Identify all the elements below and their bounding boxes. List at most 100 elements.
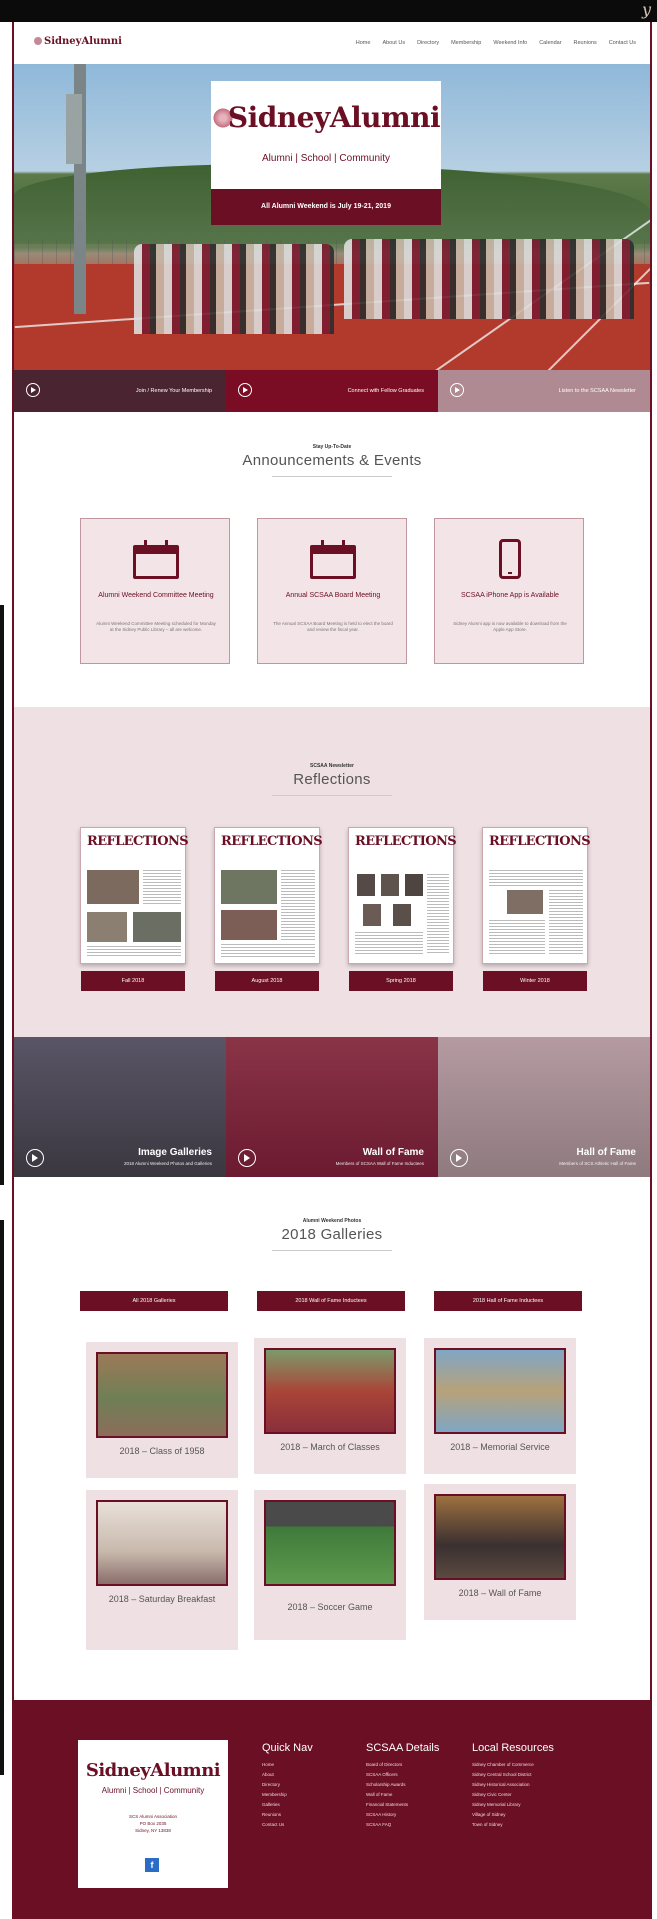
tile-subtitle: Members of SCS Athletic Hall of Fame xyxy=(559,1161,636,1166)
footer-logo-card: SidneyAlumni Alumni | School | Community… xyxy=(78,1740,228,1888)
gallery-card[interactable]: 2018 – Wall of Fame xyxy=(424,1484,576,1620)
calendar-icon xyxy=(310,539,356,579)
reflections-title: Reflections xyxy=(293,771,371,788)
newsletter-photo xyxy=(381,874,399,896)
footer-link[interactable]: Reunions xyxy=(262,1810,313,1820)
footer-link[interactable]: About xyxy=(262,1770,313,1780)
newsletter-photo xyxy=(221,870,277,904)
footer-link[interactable]: Financial Statements xyxy=(366,1800,439,1810)
hero-logo-card: SidneyAlumni Alumni | School | Community xyxy=(211,81,441,189)
footer-link[interactable]: SCSAA Officers xyxy=(366,1770,439,1780)
gallery-card[interactable]: 2018 – Class of 1958 xyxy=(86,1342,238,1478)
page: SidneyAlumni Home About Us Directory Mem… xyxy=(12,22,652,1919)
newsletter-masthead: REFLECTIONS xyxy=(221,834,323,849)
tile-subtitle: 2018 Alumni Weekend Photos and Galleries xyxy=(124,1161,212,1166)
footer-link[interactable]: Sidney Memorial Library xyxy=(472,1800,554,1810)
newsletter-text xyxy=(221,944,315,958)
newsletter-text xyxy=(489,920,545,954)
nav-item-about[interactable]: About Us xyxy=(382,40,405,46)
footer-link[interactable]: Wall of Fame xyxy=(366,1790,439,1800)
newsletter-photo xyxy=(221,910,277,940)
footer-link[interactable]: Sidney Historical Association xyxy=(472,1780,554,1790)
newsletter-cover[interactable]: REFLECTIONS xyxy=(80,827,189,964)
newsletter-photo xyxy=(87,870,139,904)
nav-item-directory[interactable]: Directory xyxy=(417,40,439,46)
tile-image-galleries[interactable]: Image Galleries 2018 Alumni Weekend Phot… xyxy=(14,1037,226,1177)
address-line: SCS Alumni Association xyxy=(128,1814,178,1819)
newsletter-photo xyxy=(393,904,411,926)
tile-wall-of-fame[interactable]: Wall of Fame Members of SCSAA Wall of Fa… xyxy=(226,1037,438,1177)
footer-link[interactable]: SCSAA FAQ xyxy=(366,1820,439,1830)
nav-item-weekend-info[interactable]: Weekend Info xyxy=(493,40,527,46)
announcement-text: Sidney Alumni app is now available to do… xyxy=(453,621,567,633)
newsletter-button-august-2018[interactable]: August 2018 xyxy=(215,971,319,991)
footer-link[interactable]: Directory xyxy=(262,1780,313,1790)
footer-link[interactable]: Town of Sidney xyxy=(472,1820,554,1830)
newsletter-cover[interactable]: REFLECTIONS xyxy=(214,827,323,964)
footer-link[interactable]: Board of Directors xyxy=(366,1760,439,1770)
newsletter-cover[interactable]: REFLECTIONS xyxy=(348,827,457,964)
footer-link[interactable]: Village of Sidney xyxy=(472,1810,554,1820)
cta-connect[interactable]: Connect with Fellow Graduates xyxy=(226,370,438,412)
footer-link[interactable]: Sidney Central School District xyxy=(472,1770,554,1780)
all-galleries-button[interactable]: All 2018 Galleries xyxy=(80,1291,228,1311)
newsletter-photo xyxy=(507,890,543,914)
gallery-card[interactable]: 2018 – Soccer Game xyxy=(254,1490,406,1640)
gallery-card[interactable]: 2018 – Saturday Breakfast xyxy=(86,1490,238,1650)
footer-link[interactable]: SCSAA History xyxy=(366,1810,439,1820)
footer-logo[interactable]: SidneyAlumni xyxy=(78,1760,228,1781)
footer-link[interactable]: Membership xyxy=(262,1790,313,1800)
footer-link[interactable]: Contact Us xyxy=(262,1820,313,1830)
gallery-card[interactable]: 2018 – March of Classes xyxy=(254,1338,406,1474)
facebook-icon[interactable]: f xyxy=(145,1858,159,1872)
footer-link[interactable]: Sidney Civic Center xyxy=(472,1790,554,1800)
site-header: SidneyAlumni Home About Us Directory Mem… xyxy=(14,22,650,64)
footer-local-resources: Local Resources Sidney Chamber of Commer… xyxy=(472,1742,554,1830)
footer-link[interactable]: Galleries xyxy=(262,1800,313,1810)
announcement-card[interactable]: Alumni Weekend Committee Meeting Alumni … xyxy=(80,518,230,664)
newsletter-masthead: REFLECTIONS xyxy=(87,834,189,849)
reflections-section: SCSAA Newsletter Reflections REFLECTIONS… xyxy=(14,707,650,1037)
newsletter-masthead: REFLECTIONS xyxy=(355,834,457,849)
tile-title: Hall of Fame xyxy=(576,1147,636,1158)
cta-membership[interactable]: Join / Renew Your Membership xyxy=(14,370,226,412)
nav-item-home[interactable]: Home xyxy=(356,40,371,46)
section-divider xyxy=(272,1250,392,1251)
reflections-kicker: SCSAA Newsletter xyxy=(310,763,354,769)
cta-label: Listen to the SCSAA Newsletter xyxy=(558,388,636,394)
nav-item-contact[interactable]: Contact Us xyxy=(609,40,636,46)
cta-newsletter[interactable]: Listen to the SCSAA Newsletter xyxy=(438,370,650,412)
footer-link[interactable]: Sidney Chamber of Commerce xyxy=(472,1760,554,1770)
site-logo-text: SidneyAlumni xyxy=(44,36,122,47)
tile-hall-of-fame[interactable]: Hall of Fame Members of SCS Athletic Hal… xyxy=(438,1037,650,1177)
footer-link[interactable]: Home xyxy=(262,1760,313,1770)
newsletter-button-winter-2018[interactable]: Winter 2018 xyxy=(483,971,587,991)
nav-item-calendar[interactable]: Calendar xyxy=(539,40,561,46)
tile-subtitle: Members of SCSAA Wall of Fame Inductees xyxy=(335,1161,424,1166)
gallery-caption: 2018 – March of Classes xyxy=(280,1442,380,1452)
gallery-thumbnail xyxy=(264,1348,396,1434)
newsletter-button-fall-2018[interactable]: Fall 2018 xyxy=(81,971,185,991)
gallery-card[interactable]: 2018 – Memorial Service xyxy=(424,1338,576,1474)
announcement-card[interactable]: Annual SCSAA Board Meeting The Annual SC… xyxy=(257,518,407,664)
wall-of-fame-inductees-button[interactable]: 2018 Wall of Fame Inductees xyxy=(257,1291,405,1311)
newsletter-text xyxy=(427,874,449,954)
gallery-thumbnail xyxy=(96,1352,228,1438)
hall-of-fame-inductees-button[interactable]: 2018 Hall of Fame Inductees xyxy=(434,1291,582,1311)
announcement-card[interactable]: SCSAA iPhone App is Available Sidney Alu… xyxy=(434,518,584,664)
gallery-thumbnail xyxy=(434,1494,566,1580)
nav-item-reunions[interactable]: Reunions xyxy=(574,40,597,46)
seal-icon xyxy=(34,37,42,45)
newsletter-cover[interactable]: REFLECTIONS xyxy=(482,827,591,964)
footer-link[interactable]: Scholarship Awards xyxy=(366,1780,439,1790)
section-divider xyxy=(272,476,392,477)
footer-tagline: Alumni | School | Community xyxy=(101,1786,205,1795)
address-line: Sidney, NY 13838 xyxy=(135,1827,171,1833)
nav-item-membership[interactable]: Membership xyxy=(451,40,481,46)
announcement-text: Alumni Weekend Committee Meeting schedul… xyxy=(96,621,216,633)
newsletter-button-spring-2018[interactable]: Spring 2018 xyxy=(349,971,453,991)
calendar-icon xyxy=(133,539,179,579)
site-logo[interactable]: SidneyAlumni xyxy=(34,36,122,47)
hero-banner[interactable]: All Alumni Weekend is July 19-21, 2019 xyxy=(211,189,441,225)
newsletter-text xyxy=(281,870,315,940)
